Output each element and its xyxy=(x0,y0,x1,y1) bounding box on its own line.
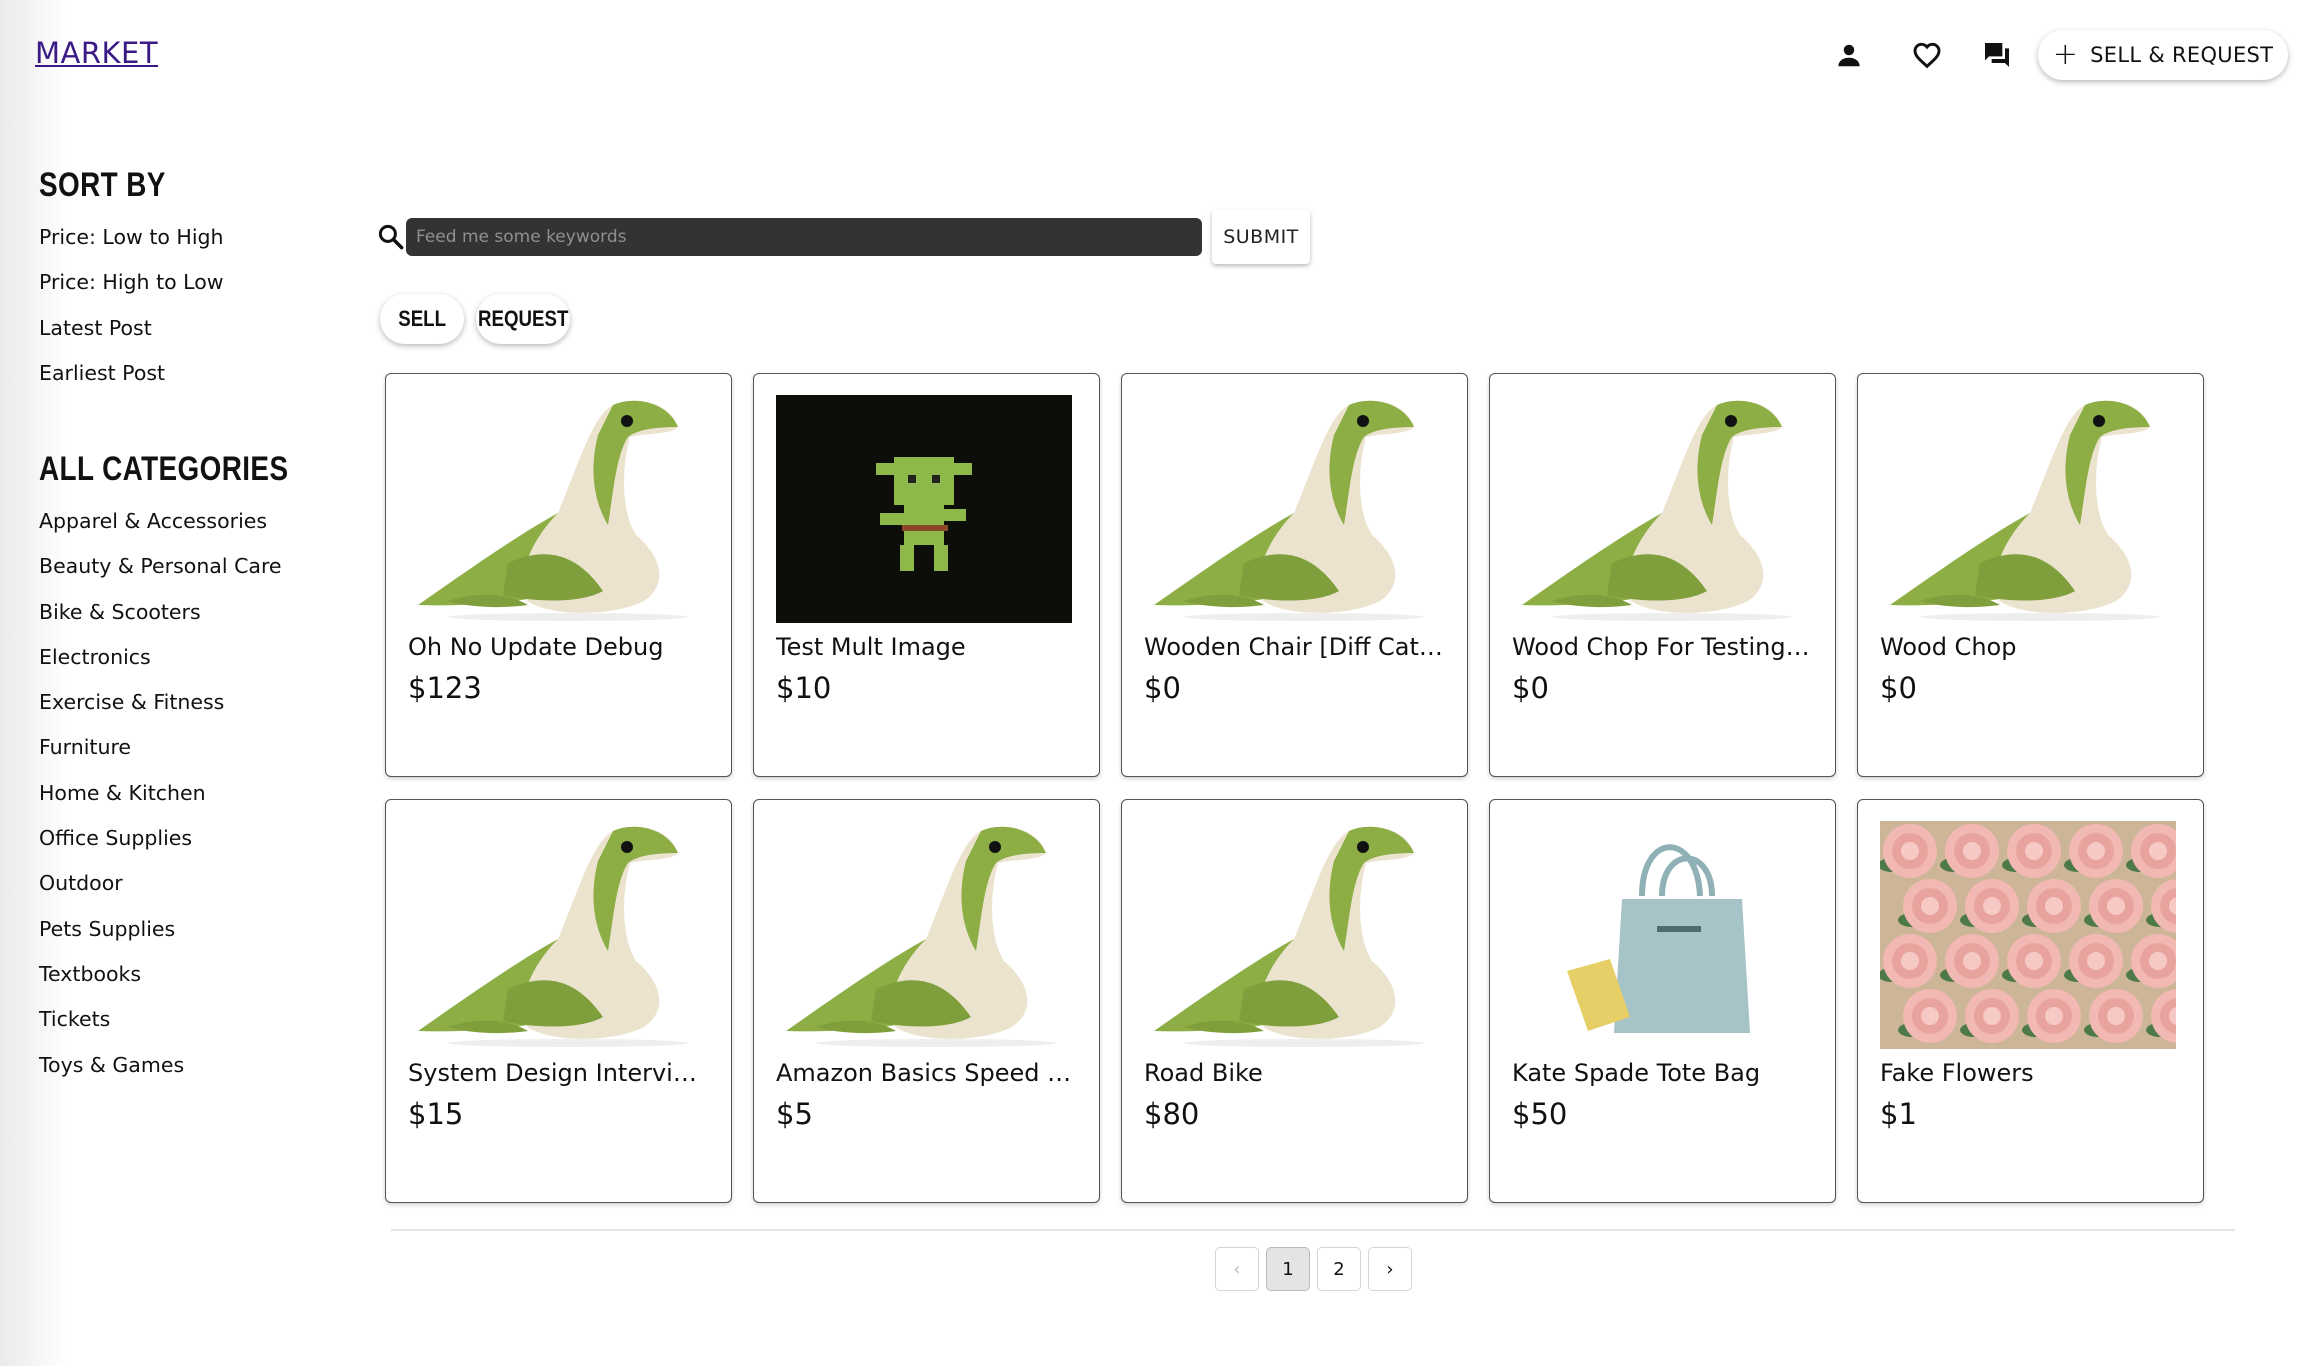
listing-image xyxy=(1880,821,2176,1049)
sell-request-label: SELL & REQUEST xyxy=(2090,43,2274,67)
categories-list: Apparel & Accessories Beauty & Personal … xyxy=(39,499,282,1088)
sort-option-price-low-high[interactable]: Price: Low to High xyxy=(39,215,224,260)
sort-by-heading: SORT BY xyxy=(39,166,166,204)
category-apparel[interactable]: Apparel & Accessories xyxy=(39,499,282,544)
listing-image xyxy=(408,395,704,623)
listing-title: Test Mult Image xyxy=(776,633,966,661)
listing-price: $123 xyxy=(408,671,482,705)
search-input[interactable] xyxy=(406,218,1202,256)
chat-icon[interactable] xyxy=(1976,34,2018,76)
listing-card[interactable]: Amazon Basics Speed S... $5 xyxy=(753,799,1100,1203)
listing-title: Amazon Basics Speed S... xyxy=(776,1059,1077,1087)
sort-option-price-high-low[interactable]: Price: High to Low xyxy=(39,260,224,305)
divider xyxy=(391,1229,2235,1231)
listing-title: Wooden Chair [Diff Categ... xyxy=(1144,633,1445,661)
all-categories-heading: ALL CATEGORIES xyxy=(39,450,289,488)
tab-request-label: REQUEST xyxy=(477,306,569,331)
category-toys-games[interactable]: Toys & Games xyxy=(39,1043,282,1088)
category-exercise-fitness[interactable]: Exercise & Fitness xyxy=(39,680,282,725)
listing-title: Fake Flowers xyxy=(1880,1059,2034,1087)
listing-price: $0 xyxy=(1144,671,1181,705)
category-beauty[interactable]: Beauty & Personal Care xyxy=(39,544,282,589)
listing-title: Wood Chop xyxy=(1880,633,2017,661)
listing-image xyxy=(776,395,1072,623)
sort-option-earliest[interactable]: Earliest Post xyxy=(39,351,224,396)
plus-icon: + xyxy=(2052,37,2079,72)
tab-sell[interactable]: SELL xyxy=(380,294,464,344)
listing-price: $0 xyxy=(1512,671,1549,705)
listing-card[interactable]: Wood Chop $0 xyxy=(1857,373,2204,777)
listing-price: $0 xyxy=(1880,671,1917,705)
tab-sell-label: SELL xyxy=(398,306,446,331)
listing-image xyxy=(1144,395,1440,623)
listing-card[interactable]: Kate Spade Tote Bag $50 xyxy=(1489,799,1836,1203)
sort-options-list: Price: Low to High Price: High to Low La… xyxy=(39,215,224,396)
listing-card[interactable]: Wood Chop For Testing ... $0 xyxy=(1489,373,1836,777)
listing-title: System Design Interview ... xyxy=(408,1059,709,1087)
listing-title: Wood Chop For Testing ... xyxy=(1512,633,1813,661)
listing-image xyxy=(1880,395,2176,623)
listing-card[interactable]: Wooden Chair [Diff Categ... $0 xyxy=(1121,373,1468,777)
category-textbooks[interactable]: Textbooks xyxy=(39,952,282,997)
heart-icon[interactable] xyxy=(1906,34,1948,76)
listing-image xyxy=(408,821,704,1049)
category-home-kitchen[interactable]: Home & Kitchen xyxy=(39,771,282,816)
listing-price: $1 xyxy=(1880,1097,1917,1131)
person-icon[interactable] xyxy=(1828,34,1870,76)
listing-image xyxy=(1512,821,1808,1049)
tab-request[interactable]: REQUEST xyxy=(476,294,570,344)
pagination: ‹ 1 2 › xyxy=(1215,1247,1412,1291)
listing-image xyxy=(776,821,1072,1049)
listing-card[interactable]: Road Bike $80 xyxy=(1121,799,1468,1203)
category-pets-supplies[interactable]: Pets Supplies xyxy=(39,907,282,952)
category-outdoor[interactable]: Outdoor xyxy=(39,861,282,906)
listing-price: $10 xyxy=(776,671,832,705)
sort-option-latest[interactable]: Latest Post xyxy=(39,306,224,351)
listing-price: $15 xyxy=(408,1097,464,1131)
category-tickets[interactable]: Tickets xyxy=(39,997,282,1042)
category-furniture[interactable]: Furniture xyxy=(39,725,282,770)
search-icon xyxy=(376,222,406,252)
listing-card[interactable]: Test Mult Image $10 xyxy=(753,373,1100,777)
listing-image xyxy=(1512,395,1808,623)
listing-price: $5 xyxy=(776,1097,813,1131)
listing-card[interactable]: Fake Flowers $1 xyxy=(1857,799,2204,1203)
listing-title: Oh No Update Debug xyxy=(408,633,664,661)
category-office-supplies[interactable]: Office Supplies xyxy=(39,816,282,861)
listings-grid: Oh No Update Debug $123 Test Mult Image $1… xyxy=(385,373,2204,1203)
market-logo-link[interactable]: MARKET xyxy=(35,36,158,70)
next-page-button[interactable]: › xyxy=(1368,1247,1412,1291)
category-bike-scooters[interactable]: Bike & Scooters xyxy=(39,590,282,635)
listing-price: $80 xyxy=(1144,1097,1200,1131)
listing-title: Road Bike xyxy=(1144,1059,1263,1087)
prev-page-button[interactable]: ‹ xyxy=(1215,1247,1259,1291)
sell-request-button[interactable]: + SELL & REQUEST xyxy=(2038,30,2288,80)
listing-card[interactable]: System Design Interview ... $15 xyxy=(385,799,732,1203)
listing-price: $50 xyxy=(1512,1097,1568,1131)
listing-card[interactable]: Oh No Update Debug $123 xyxy=(385,373,732,777)
listing-image xyxy=(1144,821,1440,1049)
page-2-button[interactable]: 2 xyxy=(1317,1247,1361,1291)
submit-button[interactable]: SUBMIT xyxy=(1212,210,1310,264)
listing-title: Kate Spade Tote Bag xyxy=(1512,1059,1761,1087)
page-1-button[interactable]: 1 xyxy=(1266,1247,1310,1291)
category-electronics[interactable]: Electronics xyxy=(39,635,282,680)
